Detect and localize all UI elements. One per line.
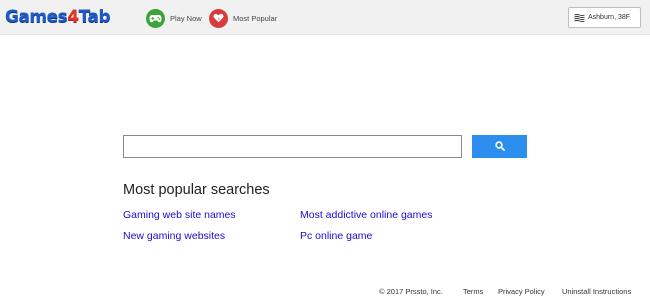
gamepad-icon <box>146 8 165 28</box>
heart-icon <box>209 8 228 28</box>
play-now-label: Play Now <box>170 13 202 23</box>
weather-icon <box>574 9 585 27</box>
popular-search-link[interactable]: Gaming web site names <box>123 209 236 221</box>
logo-text-games: Games <box>5 7 68 27</box>
play-now-button[interactable]: Play Now <box>146 8 202 28</box>
popular-search-link[interactable]: Pc online game <box>300 230 372 242</box>
popular-searches-title: Most popular searches <box>123 182 270 198</box>
popular-search-link[interactable]: New gaming websites <box>123 230 225 242</box>
uninstall-instructions-link[interactable]: Uninstall Instructions <box>562 287 631 296</box>
search-input[interactable] <box>123 135 462 158</box>
search-button[interactable] <box>472 135 527 158</box>
top-bar: Games4Tab Play Now Most Popular Ashburn,… <box>0 0 650 35</box>
weather-label: Ashburn, 38F <box>588 14 631 21</box>
copyright-text: © 2017 Prssto, Inc. <box>379 287 443 296</box>
most-popular-button[interactable]: Most Popular <box>209 8 277 28</box>
privacy-policy-link[interactable]: Privacy Policy <box>498 287 545 296</box>
games4tab-logo[interactable]: Games4Tab <box>5 7 111 27</box>
weather-widget[interactable]: Ashburn, 38F <box>568 7 641 28</box>
most-popular-label: Most Popular <box>233 13 278 23</box>
search-icon <box>494 139 505 154</box>
popular-search-link[interactable]: Most addictive online games <box>300 209 433 221</box>
logo-text-tab: Tab <box>78 7 111 27</box>
logo-text-4: 4 <box>67 7 79 27</box>
terms-link[interactable]: Terms <box>463 287 483 296</box>
